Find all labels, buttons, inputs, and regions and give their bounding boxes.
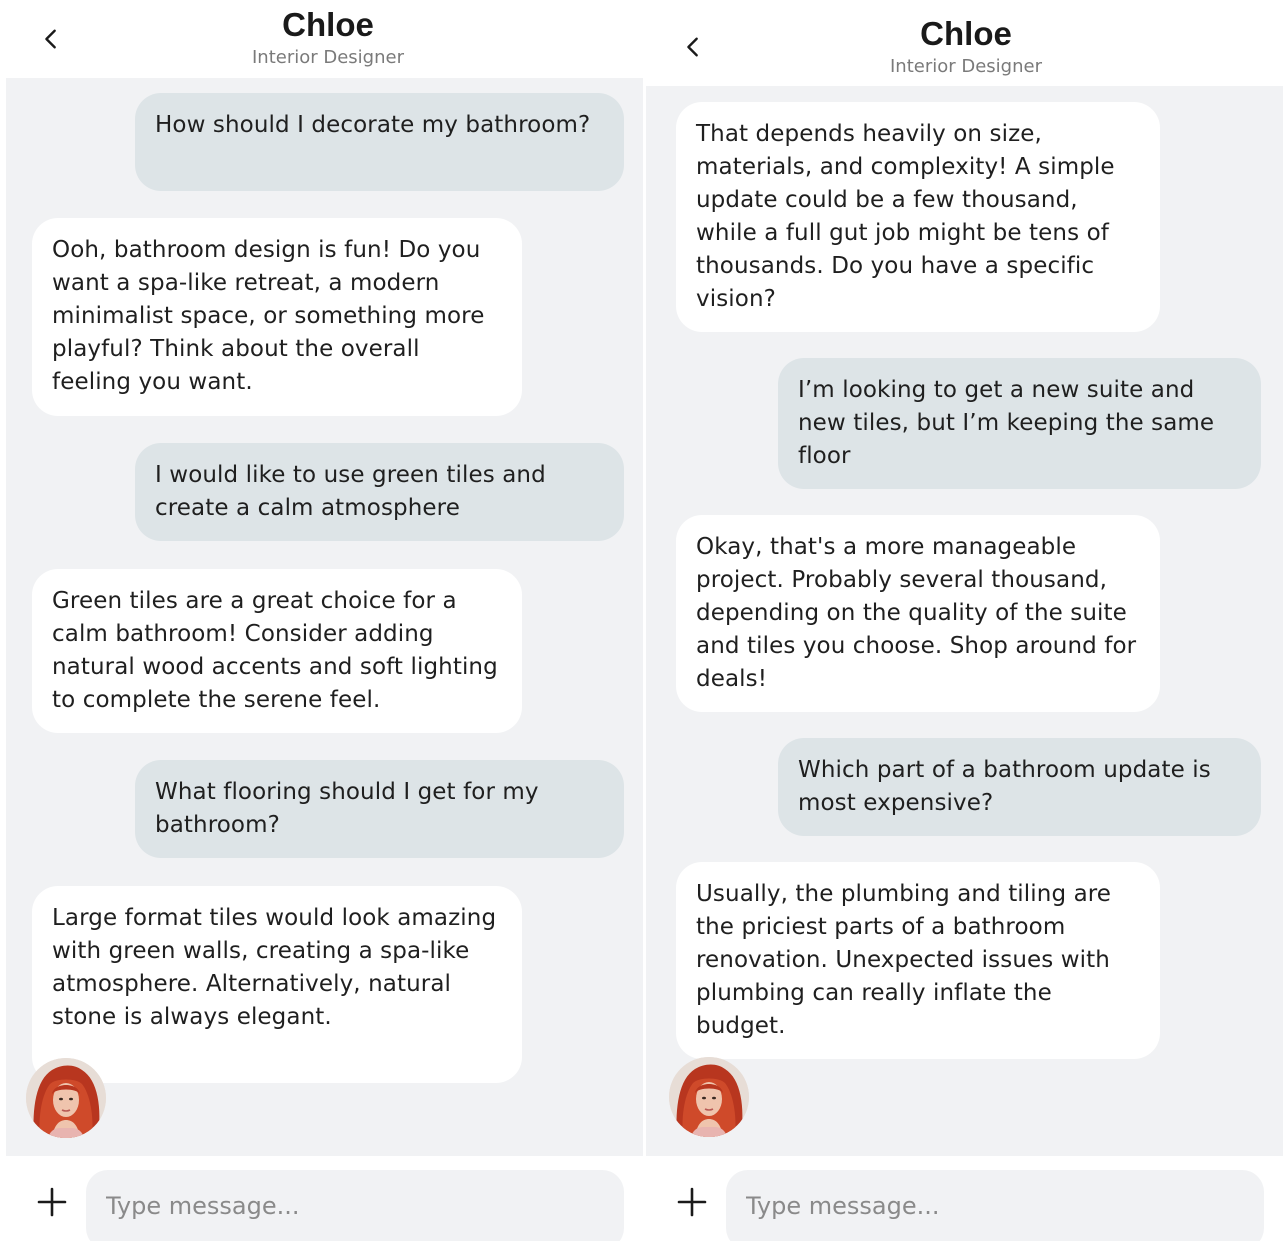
user-message: What flooring should I get for my bathro…: [135, 760, 624, 858]
bot-message: Ooh, bathroom design is fun! Do you want…: [32, 218, 522, 416]
avatar[interactable]: [26, 1058, 106, 1138]
avatar-portrait-icon: [26, 1058, 106, 1138]
chat-screen-2: Chloe Interior Designer That depends hea…: [646, 0, 1283, 1241]
contact-name: Chloe: [282, 6, 374, 43]
contact-role: Interior Designer: [251, 47, 404, 68]
bot-message: Large format tiles would look amazing wi…: [32, 886, 522, 1083]
user-message: I’m looking to get a new suite and new t…: [778, 358, 1261, 489]
user-message: Which part of a bathroom update is most …: [778, 738, 1261, 836]
message-composer: [646, 1156, 1283, 1241]
message-list[interactable]: That depends heavily on size, materials,…: [646, 86, 1283, 1156]
avatar[interactable]: [669, 1057, 749, 1137]
user-message: How should I decorate my bathroom?: [135, 93, 624, 191]
message-list[interactable]: How should I decorate my bathroom? Ooh, …: [6, 78, 643, 1156]
add-attachment-button[interactable]: [36, 1186, 68, 1218]
chat-header: Chloe Interior Designer: [6, 0, 643, 78]
chat-screen-1: Chloe Interior Designer How should I dec…: [6, 0, 643, 1241]
chat-screens: Chloe Interior Designer How should I dec…: [0, 0, 1283, 1241]
avatar-portrait-icon: [669, 1057, 749, 1137]
bot-message: Usually, the plumbing and tiling are the…: [676, 862, 1160, 1059]
message-input[interactable]: [86, 1170, 624, 1241]
contact-role: Interior Designer: [889, 56, 1042, 77]
contact-name: Chloe: [920, 15, 1012, 52]
bot-message: That depends heavily on size, materials,…: [676, 102, 1160, 332]
message-input[interactable]: [726, 1170, 1264, 1241]
plus-icon: [37, 1187, 67, 1217]
chat-header: Chloe Interior Designer: [646, 0, 1283, 86]
bot-message: Green tiles are a great choice for a cal…: [32, 569, 522, 733]
add-attachment-button[interactable]: [676, 1186, 708, 1218]
user-message: I would like to use green tiles and crea…: [135, 443, 624, 541]
message-composer: [6, 1156, 643, 1241]
plus-icon: [677, 1187, 707, 1217]
bot-message: Okay, that's a more manageable project. …: [676, 515, 1160, 712]
